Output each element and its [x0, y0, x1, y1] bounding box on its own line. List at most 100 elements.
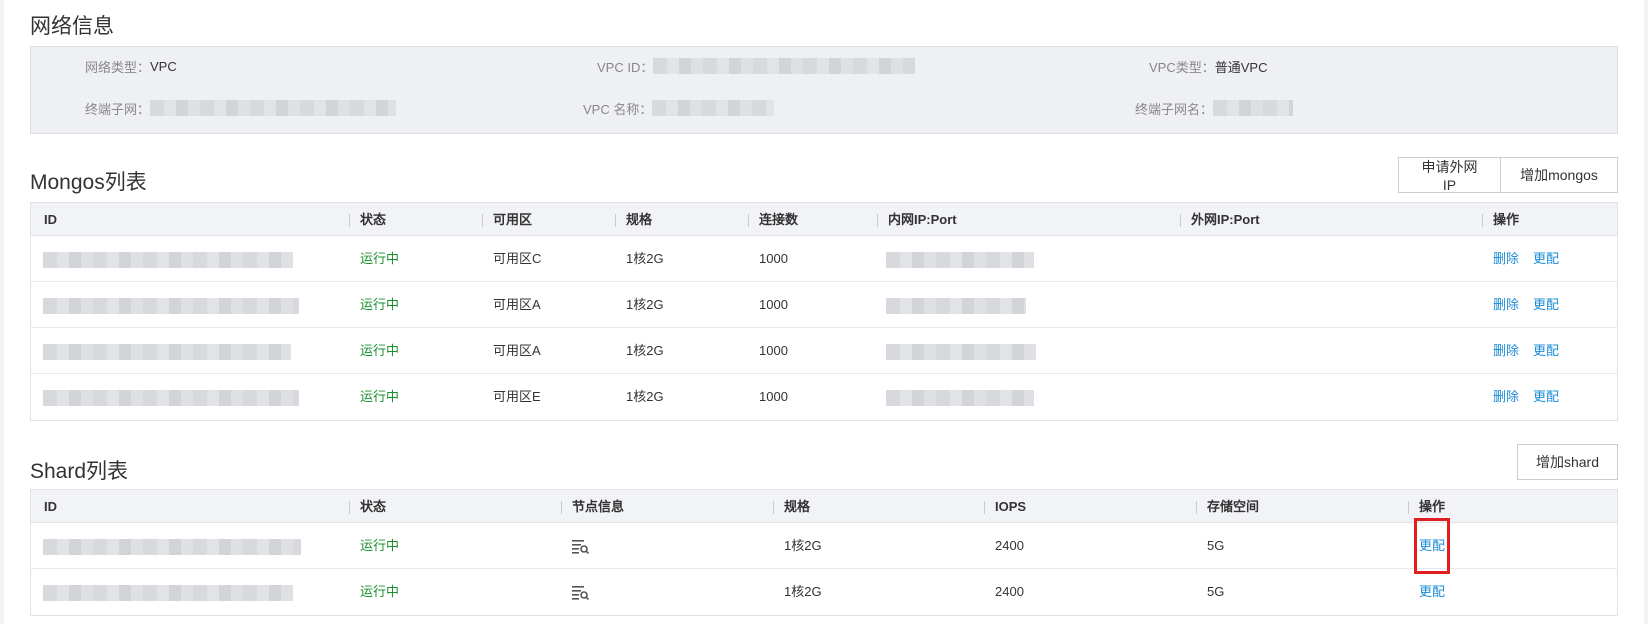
- subnet-name-label: 终端子网名：: [1135, 101, 1214, 117]
- column-divider: [877, 214, 878, 227]
- vpc-type-field: VPC类型： 普通VPC: [1149, 56, 1267, 76]
- vpc-id-label: VPC ID：: [597, 59, 654, 75]
- zone-text: 可用区A: [493, 343, 541, 358]
- column-divider: [748, 214, 749, 227]
- vpc-type-value: 普通VPC: [1214, 59, 1268, 75]
- private-ip-redacted: [886, 374, 1034, 420]
- network-info-panel: 网络类型： VPC VPC ID： VPC类型： 普通VPC 终端子网： VPC…: [30, 46, 1618, 134]
- shard-col-status: 状态: [360, 499, 387, 514]
- spec-text: 1核2G: [626, 389, 664, 404]
- node-list-search-icon[interactable]: [572, 539, 589, 555]
- status-text: 运行中: [360, 389, 400, 404]
- reconfigure-link[interactable]: 更配: [1533, 236, 1559, 282]
- status-text: 运行中: [360, 584, 400, 599]
- shard-col-spec: 规格: [784, 499, 811, 514]
- column-divider: [615, 214, 616, 227]
- vpc-name-field: VPC 名称：: [583, 98, 775, 118]
- row-actions: 删除 更配: [1493, 282, 1559, 328]
- shard-col-storage: 存储空间: [1207, 499, 1260, 514]
- mongos-id-redacted: [43, 328, 291, 374]
- private-ip-redacted: [886, 328, 1036, 374]
- shard-table-row: 运行中 1核2G 2400 5G 更配: [31, 518, 1617, 574]
- iops-text: 2400: [995, 584, 1024, 599]
- mongos-id-redacted: [43, 374, 299, 420]
- shard-id-redacted: [43, 523, 301, 569]
- row-actions: 更配: [1419, 569, 1445, 615]
- network-type-label: 网络类型：: [85, 59, 151, 75]
- mongos-col-id: ID: [44, 212, 57, 227]
- mongos-table: ID 状态 可用区 规格 连接数 内网IP:Port 外网IP:Port 操作 …: [30, 202, 1618, 421]
- column-divider: [561, 501, 562, 514]
- column-divider: [349, 501, 350, 514]
- status-text: 运行中: [360, 251, 400, 266]
- mongos-col-zone: 可用区: [493, 212, 533, 227]
- vpc-id-value-redacted: [653, 58, 916, 74]
- zone-text: 可用区E: [493, 389, 541, 404]
- delete-link[interactable]: 删除: [1493, 282, 1519, 328]
- reconfigure-link[interactable]: 更配: [1533, 282, 1559, 328]
- connections-text: 1000: [759, 251, 788, 266]
- storage-text: 5G: [1207, 538, 1225, 553]
- delete-link[interactable]: 删除: [1493, 374, 1519, 420]
- node-list-search-icon[interactable]: [572, 585, 589, 601]
- status-text: 运行中: [360, 343, 400, 358]
- spec-text: 1核2G: [626, 251, 664, 266]
- mongos-col-actions: 操作: [1493, 212, 1520, 227]
- subnet-field: 终端子网：: [85, 98, 397, 118]
- spec-text: 1核2G: [784, 584, 822, 599]
- spec-text: 1核2G: [626, 343, 664, 358]
- mongos-table-row: 运行中 可用区A 1核2G 1000 删除 更配: [31, 282, 1617, 328]
- page: 网络信息 网络类型： VPC VPC ID： VPC类型： 普通VPC 终端子网…: [0, 0, 1648, 624]
- add-mongos-button[interactable]: 增加mongos: [1501, 157, 1618, 193]
- page-left-edge: [0, 0, 4, 624]
- column-divider: [482, 214, 483, 227]
- connections-text: 1000: [759, 297, 788, 312]
- private-ip-redacted: [886, 282, 1026, 328]
- delete-link[interactable]: 删除: [1493, 236, 1519, 282]
- column-divider: [1408, 501, 1409, 514]
- shard-table-header: ID 状态 节点信息 规格 IOPS 存储空间 操作: [31, 489, 1617, 523]
- reconfigure-link[interactable]: 更配: [1419, 569, 1445, 615]
- mongos-id-redacted: [43, 282, 299, 328]
- row-actions: 删除 更配: [1493, 236, 1559, 282]
- page-right-edge: [1644, 0, 1648, 624]
- spec-text: 1核2G: [626, 297, 664, 312]
- apply-public-ip-button[interactable]: 申请外网IP: [1398, 157, 1501, 193]
- connections-text: 1000: [759, 343, 788, 358]
- reconfigure-link[interactable]: 更配: [1533, 328, 1559, 374]
- column-divider: [349, 214, 350, 227]
- vpc-name-label: VPC 名称：: [583, 101, 653, 117]
- status-text: 运行中: [360, 297, 400, 312]
- iops-text: 2400: [995, 538, 1024, 553]
- connections-text: 1000: [759, 389, 788, 404]
- delete-link[interactable]: 删除: [1493, 328, 1519, 374]
- mongos-table-row: 运行中 可用区C 1核2G 1000 删除 更配: [31, 236, 1617, 282]
- spec-text: 1核2G: [784, 538, 822, 553]
- shard-col-node-info: 节点信息: [572, 499, 625, 514]
- add-shard-button[interactable]: 增加shard: [1517, 444, 1618, 480]
- subnet-name-value-redacted: [1213, 100, 1294, 116]
- vpc-type-label: VPC类型：: [1149, 59, 1215, 75]
- shard-col-actions: 操作: [1419, 499, 1446, 514]
- mongos-table-row: 运行中 可用区A 1核2G 1000 删除 更配: [31, 328, 1617, 374]
- reconfigure-link-highlighted[interactable]: 更配: [1413, 518, 1451, 574]
- mongos-section-title: Mongos列表: [30, 171, 147, 194]
- mongos-col-connections: 连接数: [759, 212, 799, 227]
- mongos-col-spec: 规格: [626, 212, 653, 227]
- status-text: 运行中: [360, 538, 400, 553]
- mongos-col-status: 状态: [360, 212, 387, 227]
- network-type-value: VPC: [150, 58, 177, 74]
- shard-col-iops: IOPS: [995, 499, 1027, 514]
- node-info-cell: [572, 569, 589, 615]
- shard-col-id: ID: [44, 499, 57, 514]
- reconfigure-link[interactable]: 更配: [1533, 374, 1559, 420]
- mongos-toolbar: 申请外网IP 增加mongos: [1398, 157, 1618, 193]
- row-actions: 删除 更配: [1493, 374, 1559, 420]
- mongos-col-private-ip: 内网IP:Port: [888, 212, 957, 227]
- column-divider: [1196, 501, 1197, 514]
- vpc-id-field: VPC ID：: [597, 56, 916, 76]
- vpc-name-value-redacted: [652, 100, 775, 116]
- storage-text: 5G: [1207, 584, 1225, 599]
- network-section-title: 网络信息: [30, 15, 114, 38]
- zone-text: 可用区C: [493, 251, 542, 266]
